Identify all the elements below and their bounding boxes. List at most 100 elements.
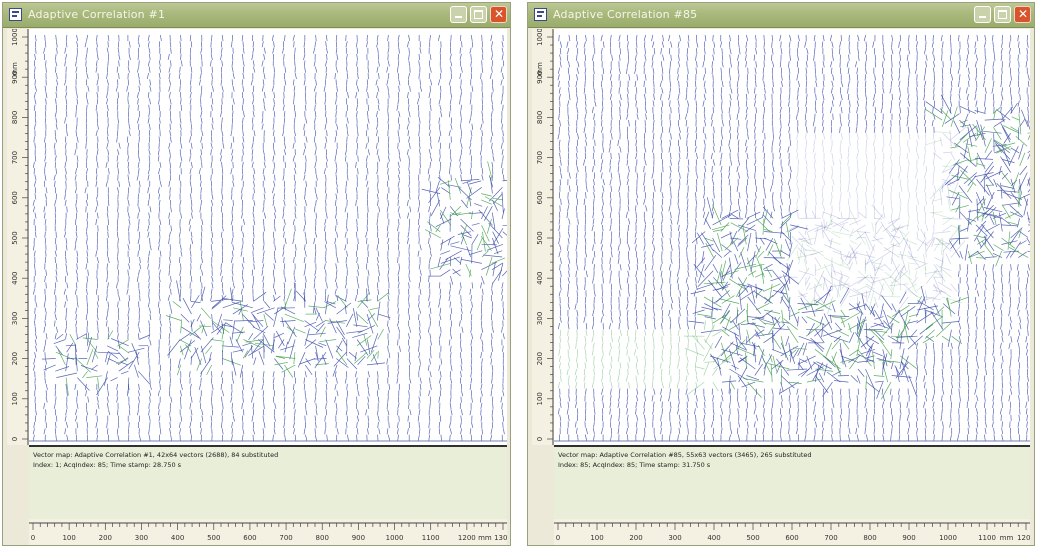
velocity-vector	[560, 120, 561, 126]
velocity-vector	[254, 130, 255, 136]
vector-map-window-85[interactable]: Adaptive Correlation #85 ✕ 0100200300400…	[527, 2, 1035, 546]
velocity-vector	[561, 376, 562, 382]
velocity-vector	[772, 421, 773, 427]
velocity-vector	[159, 295, 160, 301]
velocity-vector	[645, 304, 646, 310]
velocity-vector	[222, 346, 239, 347]
velocity-vector	[576, 382, 577, 388]
velocity-vector	[460, 282, 461, 288]
close-button[interactable]: ✕	[1014, 6, 1031, 23]
velocity-vector	[558, 74, 560, 80]
velocity-vector	[602, 369, 603, 375]
velocity-vector	[747, 153, 748, 159]
velocity-vector	[314, 282, 315, 288]
velocity-vector	[345, 244, 346, 250]
velocity-vector	[232, 276, 233, 282]
velocity-vector	[687, 153, 688, 159]
y-ruler: 01002003004005006007008009001000mm	[532, 29, 554, 445]
velocity-vector	[461, 435, 462, 441]
velocity-vector	[233, 181, 234, 187]
close-button[interactable]: ✕	[490, 6, 507, 23]
velocity-vector	[388, 143, 389, 149]
velocity-vector	[491, 54, 492, 60]
velocity-vector	[191, 397, 192, 403]
velocity-vector	[211, 289, 212, 295]
velocity-vector	[766, 267, 772, 278]
velocity-vector	[644, 290, 645, 296]
maximize-icon	[474, 10, 483, 19]
velocity-vector	[55, 333, 56, 339]
x-tick-label: 100	[62, 534, 75, 542]
velocity-vector	[764, 395, 765, 401]
minimize-button[interactable]	[450, 6, 467, 23]
velocity-vector	[585, 343, 587, 349]
velocity-vector	[481, 416, 482, 422]
velocity-vector	[575, 304, 576, 310]
velocity-vector	[646, 205, 648, 211]
velocity-vector	[472, 124, 473, 130]
velocity-vector	[773, 81, 774, 87]
velocity-vector	[772, 42, 773, 48]
velocity-vector	[670, 173, 671, 179]
velocity-vector	[253, 390, 254, 396]
velocity-vector	[357, 276, 358, 282]
vector-plot[interactable]	[29, 29, 507, 445]
velocity-vector	[387, 162, 388, 168]
velocity-vector	[76, 206, 77, 212]
velocity-vector	[569, 186, 570, 192]
velocity-vector	[83, 338, 98, 340]
velocity-vector	[201, 359, 212, 374]
vector-map-window-1[interactable]: Adaptive Correlation #1 ✕ 01002003004005…	[2, 2, 511, 546]
velocity-vector	[117, 409, 118, 415]
velocity-vector	[118, 263, 119, 269]
velocity-vector	[704, 415, 705, 421]
velocity-vector	[593, 218, 594, 224]
app-icon[interactable]	[9, 8, 22, 21]
velocity-vector	[585, 251, 586, 257]
velocity-vector	[253, 60, 254, 66]
velocity-vector	[97, 321, 98, 327]
velocity-vector	[472, 234, 478, 244]
velocity-vector	[253, 194, 254, 200]
velocity-vector	[378, 98, 379, 104]
x-unit-label: mm	[478, 534, 492, 542]
velocity-vector	[398, 98, 399, 104]
velocity-vector	[611, 389, 612, 395]
velocity-vector	[105, 352, 107, 362]
velocity-vector	[117, 130, 118, 136]
velocity-vector	[620, 317, 621, 323]
velocity-vector	[695, 369, 696, 375]
app-icon[interactable]	[534, 8, 547, 21]
vector-plot[interactable]	[554, 29, 1030, 445]
velocity-vector	[388, 295, 389, 301]
velocity-vector	[336, 244, 337, 250]
velocity-vector	[611, 382, 612, 388]
velocity-vector	[481, 314, 482, 320]
velocity-vector	[149, 162, 150, 168]
maximize-button[interactable]	[994, 6, 1011, 23]
velocity-vector	[502, 48, 503, 54]
maximize-button[interactable]	[470, 6, 487, 23]
velocity-vector	[503, 428, 504, 434]
velocity-vector	[645, 173, 646, 179]
velocity-vector	[294, 390, 295, 396]
velocity-vector	[438, 257, 440, 267]
velocity-vector	[190, 422, 191, 428]
velocity-vector	[697, 314, 712, 317]
velocity-vector	[45, 238, 46, 244]
velocity-vector	[295, 200, 296, 206]
velocity-vector	[377, 219, 378, 225]
velocity-vector	[46, 314, 47, 320]
velocity-vector	[231, 257, 232, 263]
velocity-vector	[324, 263, 325, 269]
velocity-vector	[680, 35, 681, 41]
title-bar[interactable]: Adaptive Correlation #1 ✕	[3, 3, 510, 28]
velocity-vector	[696, 225, 697, 231]
title-bar[interactable]: Adaptive Correlation #85 ✕	[528, 3, 1034, 28]
velocity-vector	[398, 282, 399, 288]
minimize-button[interactable]	[974, 6, 991, 23]
velocity-vector	[441, 359, 442, 365]
velocity-vector	[335, 213, 336, 219]
velocity-vector	[335, 276, 336, 282]
velocity-vector	[754, 421, 755, 427]
